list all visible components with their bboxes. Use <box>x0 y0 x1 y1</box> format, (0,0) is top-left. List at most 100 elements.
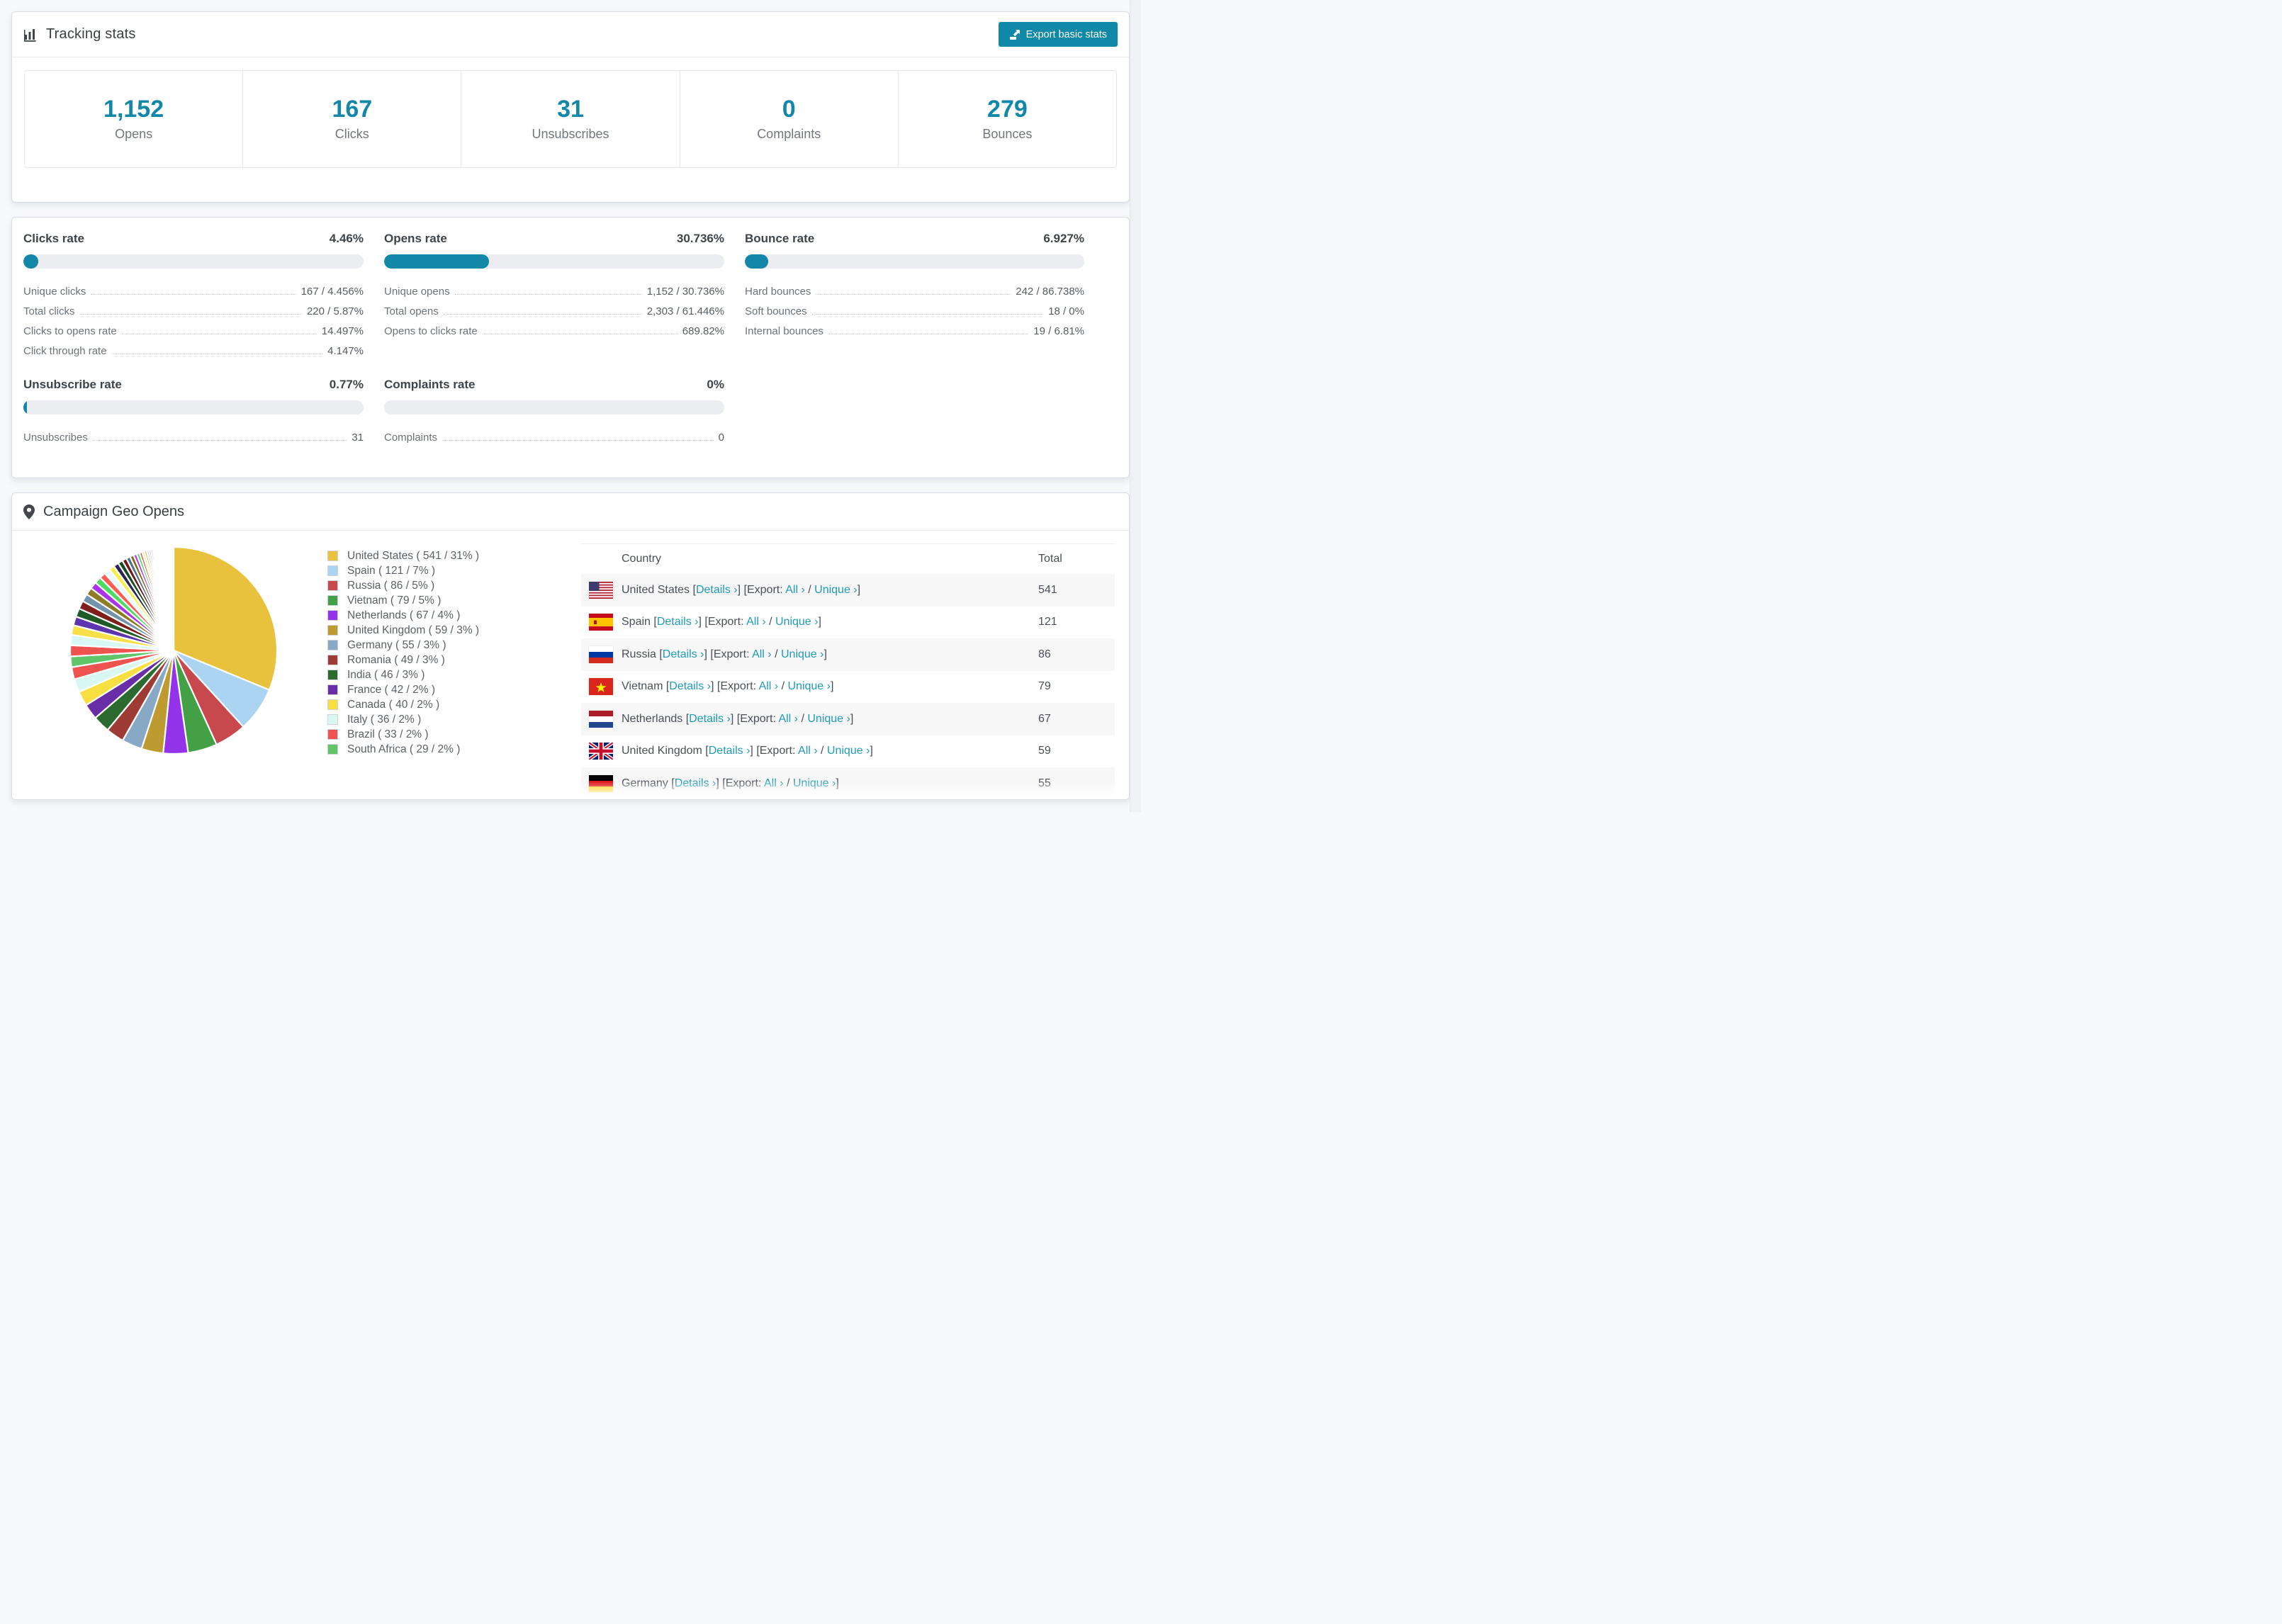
export-unique-link[interactable]: Unique › <box>814 584 857 596</box>
legend-color-chip <box>327 684 338 695</box>
geo-table-row-nl: Netherlands [Details ›] [Export: All › /… <box>581 703 1115 735</box>
legend-color-chip <box>327 670 338 680</box>
details-link[interactable]: Details › <box>657 616 699 628</box>
legend-item-italy[interactable]: Italy ( 36 / 2% ) <box>327 712 479 727</box>
dotted-leader <box>816 294 1011 295</box>
legend-color-chip <box>327 565 338 576</box>
stat-label: Complaints <box>757 127 821 142</box>
tracking-stats-header: Tracking stats Export basic stats <box>12 12 1129 57</box>
legend-item-india[interactable]: India ( 46 / 3% ) <box>327 667 479 682</box>
geo-opens-body: United States ( 541 / 31% ) Spain ( 121 … <box>12 531 1129 799</box>
legend-color-chip <box>327 744 338 755</box>
pie-slice-other-60[interactable] <box>172 546 175 652</box>
dotted-leader <box>91 294 296 295</box>
legend-item-brazil[interactable]: Brazil ( 33 / 2% ) <box>327 727 479 742</box>
details-link[interactable]: Details › <box>663 648 704 660</box>
export-unique-link[interactable]: Unique › <box>781 648 824 660</box>
stat-value: 1,152 <box>103 95 164 123</box>
details-link[interactable]: Details › <box>696 584 738 596</box>
stat-label: Opens <box>115 127 153 142</box>
export-unique-link[interactable]: Unique › <box>827 745 870 757</box>
legend-item-vietnam[interactable]: Vietnam ( 79 / 5% ) <box>327 593 479 608</box>
legend-color-chip <box>327 655 338 665</box>
stat-bounces: 279 Bounces <box>897 71 1116 167</box>
stat-label: Clicks <box>335 127 369 142</box>
export-unique-link[interactable]: Unique › <box>793 777 836 789</box>
opens-rate-progress-track <box>384 254 724 269</box>
rates-card: Clicks rate 4.46% Unique clicks 167 / 4.… <box>11 217 1130 478</box>
opens-rate-block: Opens rate 30.736% Unique opens 1,152 / … <box>384 232 724 359</box>
geo-table-header: Country Total <box>581 543 1115 574</box>
stat-value: 31 <box>557 95 584 123</box>
rate-row-unique-clicks: Unique clicks 167 / 4.456% <box>23 286 364 298</box>
rate-row-unique-opens: Unique opens 1,152 / 30.736% <box>384 286 724 298</box>
export-all-link[interactable]: All › <box>752 648 772 660</box>
stat-value: 0 <box>782 95 796 123</box>
complaints-rate-block: Complaints rate 0% Complaints 0 <box>384 378 724 446</box>
stat-value: 167 <box>332 95 373 123</box>
export-all-link[interactable]: All › <box>778 713 798 725</box>
rate-row-total-opens: Total opens 2,303 / 61.446% <box>384 305 724 317</box>
clicks-rate-title: Clicks rate <box>23 232 84 245</box>
legend-item-south-africa[interactable]: South Africa ( 29 / 2% ) <box>327 742 479 757</box>
legend-item-united-states[interactable]: United States ( 541 / 31% ) <box>327 548 479 563</box>
rate-row-unsubscribes: Unsubscribes 31 <box>23 432 364 444</box>
rate-row-click-through-rate: Click through rate 4.147% <box>23 345 364 357</box>
legend-item-netherlands[interactable]: Netherlands ( 67 / 4% ) <box>327 608 479 623</box>
total-cell: 86 <box>1038 648 1051 660</box>
legend-item-spain[interactable]: Spain ( 121 / 7% ) <box>327 563 479 578</box>
clicks-rate-progress-fill <box>23 254 39 269</box>
clicks-rate-progress-track <box>23 254 364 269</box>
geo-country-table: Country Total United States [Details ›] … <box>581 543 1115 799</box>
unsubscribe-rate-progress-fill <box>23 400 27 415</box>
opens-rate-value: 30.736% <box>676 232 724 245</box>
bounce-rate-block: Bounce rate 6.927% Hard bounces 242 / 86… <box>745 232 1084 359</box>
export-icon <box>1009 29 1021 40</box>
export-all-link[interactable]: All › <box>764 777 784 789</box>
legend-item-united-kingdom[interactable]: United Kingdom ( 59 / 3% ) <box>327 623 479 638</box>
legend-item-russia[interactable]: Russia ( 86 / 5% ) <box>327 578 479 593</box>
legend-item-canada[interactable]: Canada ( 40 / 2% ) <box>327 697 479 712</box>
stat-opens: 1,152 Opens <box>25 71 242 167</box>
flag-es-icon <box>589 614 613 631</box>
country-cell: Russia [Details ›] [Export: All › / Uniq… <box>622 648 827 660</box>
country-cell: United States [Details ›] [Export: All ›… <box>622 583 861 596</box>
rate-row-soft-bounces: Soft bounces 18 / 0% <box>745 305 1084 317</box>
details-link[interactable]: Details › <box>675 777 716 789</box>
export-all-link[interactable]: All › <box>759 680 779 692</box>
legend-item-germany[interactable]: Germany ( 55 / 3% ) <box>327 638 479 653</box>
stat-unsubscribes: 31 Unsubscribes <box>461 71 679 167</box>
complaints-rate-value: 0% <box>707 378 724 391</box>
details-link[interactable]: Details › <box>669 680 711 692</box>
clicks-rate-value: 4.46% <box>329 232 364 245</box>
export-all-link[interactable]: All › <box>746 616 766 628</box>
stats-summary-row: 1,152 Opens 167 Clicks 31 Unsubscribes 0… <box>24 70 1117 168</box>
total-cell: 67 <box>1038 712 1051 725</box>
flag-vn-icon <box>589 678 613 696</box>
legend-item-romania[interactable]: Romania ( 49 / 3% ) <box>327 653 479 667</box>
export-unique-link[interactable]: Unique › <box>775 616 818 628</box>
geo-table-row-de: Germany [Details ›] [Export: All › / Uni… <box>581 767 1115 799</box>
bounce-rate-progress-fill <box>745 254 769 269</box>
bounce-rate-title: Bounce rate <box>745 232 815 245</box>
legend-color-chip <box>327 551 338 561</box>
details-link[interactable]: Details › <box>709 745 751 757</box>
opens-rate-progress-fill <box>384 254 489 269</box>
export-unique-link[interactable]: Unique › <box>787 680 830 692</box>
bounce-rate-value: 6.927% <box>1043 232 1084 245</box>
export-all-link[interactable]: All › <box>798 745 818 757</box>
geo-opens-pie-chart[interactable] <box>67 544 280 757</box>
country-cell: Vietnam [Details ›] [Export: All › / Uni… <box>622 680 834 693</box>
column-header-total: Total <box>1038 553 1062 565</box>
flag-us-icon <box>589 581 613 599</box>
tracking-stats-card: Tracking stats Export basic stats 1,152 … <box>11 11 1130 203</box>
export-basic-stats-button[interactable]: Export basic stats <box>998 22 1118 47</box>
legend-item-france[interactable]: France ( 42 / 2% ) <box>327 682 479 697</box>
total-cell: 541 <box>1038 583 1057 596</box>
details-link[interactable]: Details › <box>689 713 731 725</box>
page-scrollbar[interactable] <box>1130 0 1141 812</box>
export-all-link[interactable]: All › <box>785 584 805 596</box>
export-unique-link[interactable]: Unique › <box>807 713 850 725</box>
map-pin-icon <box>23 504 35 519</box>
flag-nl-icon <box>589 710 613 728</box>
